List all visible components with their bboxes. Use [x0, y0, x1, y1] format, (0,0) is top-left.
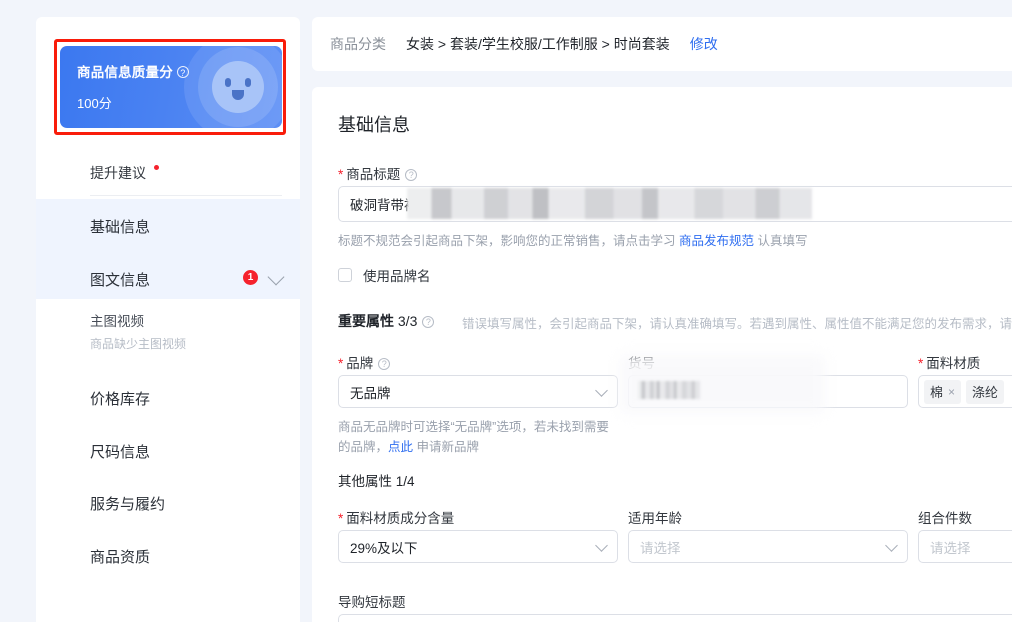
score-card-title-text: 商品信息质量分: [77, 65, 173, 80]
product-title-hint-after: 认真填写: [754, 234, 807, 248]
media-info-badge-count: 1: [243, 270, 258, 285]
other-attributes-heading: 其他属性 1/4: [338, 470, 415, 490]
quality-score-card[interactable]: 商品信息质量分? 100分: [60, 46, 282, 128]
brand-select[interactable]: 无品牌: [338, 375, 618, 408]
other-attributes-count: 1/4: [396, 474, 415, 489]
improvement-advice-label: 提升建议: [90, 163, 146, 183]
question-mark-icon[interactable]: ?: [177, 66, 189, 78]
age-range-label: 适用年龄: [628, 507, 682, 527]
product-title-hint: 标题不规范会引起商品下架，影响您的正常销售，请点击学习 商品发布规范 认真填写: [338, 230, 807, 249]
important-attributes-title: 重要属性: [338, 313, 394, 329]
product-title-label: *商品标题?: [338, 163, 417, 183]
score-card-highlight-box: 商品信息质量分? 100分: [54, 39, 286, 135]
fabric-tag-label: 涤纶: [972, 382, 998, 401]
fabric-tag-item[interactable]: 涤纶: [966, 380, 1004, 404]
combo-count-placeholder: 请选择: [930, 537, 971, 557]
age-range-select[interactable]: 请选择: [628, 530, 908, 563]
brand-hint-line1: 商品无品牌时可选择“无品牌”选项，若未找到需: [338, 420, 596, 434]
sidebar-subitem-main-video-note: 商品缺少主图视频: [90, 335, 186, 352]
checkbox-icon[interactable]: [338, 268, 352, 282]
apply-new-brand-link[interactable]: 点此: [388, 440, 413, 454]
required-asterisk-icon: *: [338, 356, 343, 371]
red-dot-indicator-icon: [154, 165, 159, 170]
chevron-down-icon[interactable]: [885, 539, 898, 552]
sidebar-item-product-qualification[interactable]: 商品资质: [90, 546, 150, 567]
important-attributes-description: 错误填写属性，会引起商品下架，请认真准确填写。若遇到属性、属性值不能满足您的发布…: [462, 313, 1012, 332]
age-range-placeholder: 请选择: [640, 537, 681, 557]
smiley-left-eye: [225, 78, 231, 87]
sidebar-item-service-fulfillment[interactable]: 服务与履约: [90, 493, 165, 514]
score-card-value: 100分: [77, 93, 112, 112]
important-attributes-count: 3/3: [398, 313, 417, 329]
product-title-label-text: 商品标题: [346, 167, 400, 182]
question-mark-icon[interactable]: ?: [422, 316, 434, 328]
fabric-material-label-text: 面料材质: [926, 356, 980, 371]
smiley-face-icon: [212, 61, 264, 113]
sidebar-item-basic-info[interactable]: 基础信息: [90, 216, 150, 237]
brand-label-text: 品牌: [346, 356, 373, 371]
combo-count-label: 组合件数: [918, 507, 972, 527]
required-asterisk-icon: *: [338, 167, 343, 182]
close-icon[interactable]: ×: [948, 385, 955, 399]
brand-hint: 商品无品牌时可选择“无品牌”选项，若未找到需要的品牌，点此 申请新品牌: [338, 417, 618, 457]
breadcrumb: 商品分类 女装 > 套装/学生校服/工作制服 > 时尚套装 修改: [330, 17, 718, 71]
fabric-percent-label-text: 面料材质成分含量: [346, 511, 454, 526]
short-title-input[interactable]: [338, 614, 1012, 622]
brand-select-value: 无品牌: [350, 382, 391, 402]
nav-active-group-highlight: [36, 199, 300, 299]
fabric-percent-label: *面料材质成分含量: [338, 507, 454, 527]
required-asterisk-icon: *: [918, 356, 923, 371]
sidebar-subitem-main-video[interactable]: 主图视频: [90, 310, 144, 330]
required-asterisk-icon: *: [338, 511, 343, 526]
brand-label: *品牌?: [338, 352, 390, 372]
question-mark-icon[interactable]: ?: [378, 358, 390, 370]
publish-rules-link[interactable]: 商品发布规范: [679, 234, 754, 248]
basic-info-form-card: 基础信息 *商品标题? 破洞背带裙 标题不规范会引起商品下架，影响您的正常销售，…: [312, 87, 1012, 622]
other-attributes-title: 其他属性: [338, 474, 392, 489]
combo-count-select[interactable]: 请选择: [918, 530, 1012, 563]
page-title: 基础信息: [338, 111, 410, 137]
breadcrumb-card: 商品分类 女装 > 套装/学生校服/工作制服 > 时尚套装 修改: [312, 17, 1012, 71]
improvement-advice-row[interactable]: 提升建议: [36, 157, 300, 195]
use-brand-name-label: 使用品牌名: [363, 265, 431, 285]
breadcrumb-path: 女装 > 套装/学生校服/工作制服 > 时尚套装: [406, 34, 670, 54]
fabric-percent-select[interactable]: 29%及以下: [338, 530, 618, 563]
sidebar-divider: [90, 195, 282, 196]
chevron-down-icon[interactable]: [595, 384, 608, 397]
fabric-material-label: *面料材质: [918, 352, 980, 372]
redaction-overlay-sku-code: [638, 381, 700, 399]
important-attributes-heading: 重要属性 3/3?: [338, 311, 434, 331]
breadcrumb-edit-link[interactable]: 修改: [690, 34, 718, 54]
chevron-down-icon[interactable]: [595, 539, 608, 552]
redaction-overlay-product-title: [407, 188, 812, 219]
smiley-right-eye: [245, 78, 251, 87]
use-brand-name-checkbox-row[interactable]: 使用品牌名: [338, 265, 431, 285]
question-mark-icon[interactable]: ?: [405, 169, 417, 181]
sidebar-item-size-info[interactable]: 尺码信息: [90, 441, 150, 462]
sidebar-item-price-stock[interactable]: 价格库存: [90, 388, 150, 409]
fabric-tag-label: 棉: [930, 382, 943, 401]
score-card-title: 商品信息质量分?: [77, 61, 189, 81]
smiley-mouth: [232, 90, 244, 100]
short-title-label: 导购短标题: [338, 591, 406, 611]
page-root: 商品信息质量分? 100分 提升建议 基础信息 图文信息 1 主图视频 商品缺少…: [0, 0, 1012, 622]
left-sidebar-panel: 商品信息质量分? 100分 提升建议 基础信息 图文信息 1 主图视频 商品缺少…: [36, 17, 300, 622]
fabric-tag-item[interactable]: 棉 ×: [924, 380, 961, 404]
sidebar-item-media-info[interactable]: 图文信息: [90, 269, 150, 290]
breadcrumb-key-label: 商品分类: [330, 34, 386, 54]
fabric-percent-value: 29%及以下: [350, 537, 418, 557]
fabric-material-tag-input[interactable]: 棉 × 涤纶: [918, 375, 1012, 408]
brand-hint-line2-after: 申请新品牌: [413, 440, 479, 454]
product-title-hint-before: 标题不规范会引起商品下架，影响您的正常销售，请点击学习: [338, 234, 679, 248]
